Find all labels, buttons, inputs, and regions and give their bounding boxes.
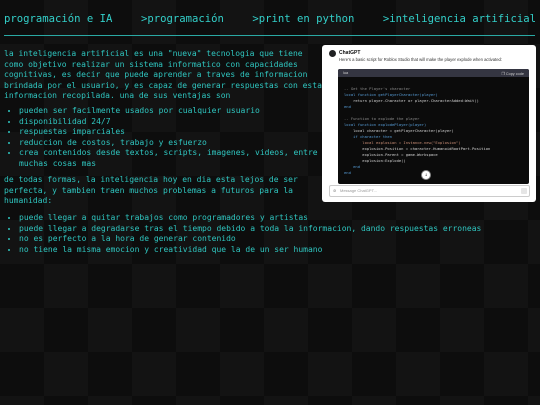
code-header: lua ❐ Copy code — [338, 69, 529, 77]
code-block: lua ❐ Copy code -- Get the Player's char… — [338, 69, 529, 184]
list-item: respuestas imparciales — [19, 127, 324, 138]
code-line: end — [344, 164, 361, 169]
list-item: disponibilidad 24/7 — [19, 117, 324, 128]
advantages-list: pueden ser facilmente usados por cualqui… — [8, 106, 324, 169]
intro-paragraph: la inteligencia artificial es una "nueva… — [4, 49, 322, 100]
arrow-down-icon[interactable]: ↓ — [421, 170, 431, 180]
code-line: explosion.Position = character.HumanoidR… — [344, 146, 491, 151]
send-icon[interactable] — [521, 188, 527, 194]
code-line: explosion.Parent = game.Workspace — [344, 152, 438, 157]
code-line: end — [344, 104, 351, 109]
code-line: local function getPlayerCharacter(player… — [344, 92, 438, 97]
chatgpt-logo-icon — [329, 50, 336, 57]
nav-divider — [4, 35, 535, 36]
copy-code-label: Copy code — [505, 71, 524, 76]
nav-link-programacion[interactable]: >programación — [141, 13, 224, 25]
problems-intro-paragraph: de todas formas, la inteligencia hoy en … — [4, 175, 303, 205]
code-line: if character then — [344, 134, 393, 139]
nav-link-inteligencia-artificial[interactable]: >inteligencia artificial — [383, 13, 536, 25]
code-line: end — [344, 170, 351, 175]
top-nav: programación e IA >programación >print e… — [4, 13, 536, 25]
nav-link-programacion-ia[interactable]: programación e IA — [4, 13, 112, 25]
problems-list: puede llegar a quitar trabajos como prog… — [8, 213, 540, 255]
list-item: puede llegar a degradarse tras el tiempo… — [19, 224, 540, 235]
list-item: puede llegar a quitar trabajos como prog… — [19, 213, 540, 224]
code-line: explosion:Explode() — [344, 158, 406, 163]
message-input[interactable]: ⊘ Message ChatGPT... — [329, 185, 530, 197]
code-line: -- Function to explode the player — [344, 116, 420, 121]
code-line: local explosion = Instance.new("Explosio… — [344, 140, 461, 145]
chatgpt-name: ChatGPT — [339, 50, 361, 56]
attach-icon[interactable]: ⊘ — [333, 186, 336, 196]
list-item: no tiene la misma emocion y creatividad … — [19, 245, 540, 256]
code-line: -- Get the Player's character — [344, 86, 411, 91]
message-placeholder: Message ChatGPT... — [340, 188, 377, 193]
code-line: local function explodePlayer(player) — [344, 122, 427, 127]
copy-code-button[interactable]: ❐ Copy code — [501, 71, 524, 76]
code-body: -- Get the Player's character local func… — [338, 77, 529, 179]
list-item: crea contenidos desde textos, scripts, i… — [19, 148, 324, 169]
code-language: lua — [343, 71, 349, 75]
chatgpt-message: Here's a basic script for Roblox Studio … — [339, 57, 503, 62]
list-item: reduccion de costos, trabajo y esfuerzo — [19, 138, 324, 149]
list-item: no es perfecto a la hora de generar cont… — [19, 234, 540, 245]
list-item: pueden ser facilmente usados por cualqui… — [19, 106, 324, 117]
code-line: local character = getPlayerCharacter(pla… — [344, 128, 454, 133]
nav-link-print-python[interactable]: >print en python — [252, 13, 354, 25]
code-line: return player.Character or player.Charac… — [344, 98, 479, 103]
